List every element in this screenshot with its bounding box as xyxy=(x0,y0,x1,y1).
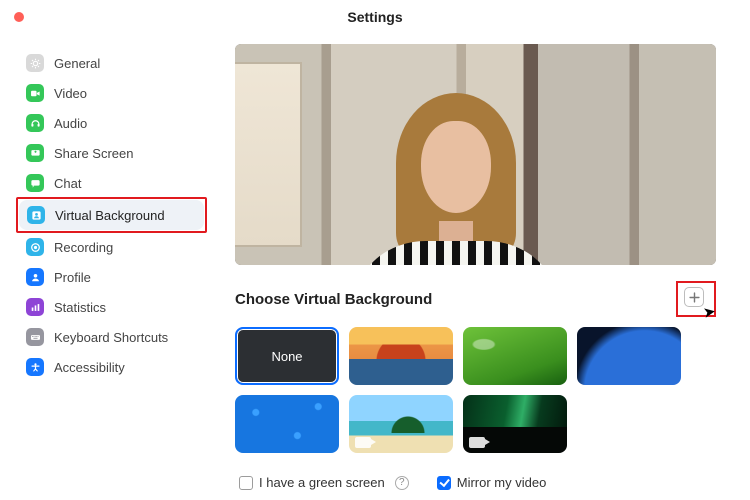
window-title: Settings xyxy=(0,9,750,25)
bg-thumb-bridge[interactable] xyxy=(349,327,453,385)
sidebar-item-label: Profile xyxy=(54,270,91,285)
titlebar: Settings xyxy=(0,0,750,34)
keyboard-icon xyxy=(26,328,44,346)
bg-thumb-none[interactable]: None xyxy=(235,327,339,385)
sidebar-item-label: Share Screen xyxy=(54,146,134,161)
accessibility-icon xyxy=(26,358,44,376)
mirror-video-checkbox[interactable]: Mirror my video xyxy=(437,475,547,490)
camera-icon xyxy=(26,84,44,102)
sidebar-highlight: Virtual Background xyxy=(16,197,207,233)
section-heading: Choose Virtual Background xyxy=(235,291,432,308)
close-window-button[interactable] xyxy=(14,12,24,22)
sidebar-item-audio[interactable]: Audio xyxy=(18,108,205,138)
gear-icon xyxy=(26,54,44,72)
help-icon[interactable]: ? xyxy=(395,476,409,490)
person-icon xyxy=(27,206,45,224)
sidebar-item-chat[interactable]: Chat xyxy=(18,168,205,198)
sidebar-item-video[interactable]: Video xyxy=(18,78,205,108)
sidebar-item-label: Video xyxy=(54,86,87,101)
video-badge-icon xyxy=(355,437,371,448)
sidebar-item-label: Virtual Background xyxy=(55,208,165,223)
sidebar-item-label: Audio xyxy=(54,116,87,131)
green-screen-label: I have a green screen xyxy=(259,475,385,490)
options-row: I have a green screen ? Mirror my video xyxy=(235,475,716,490)
sidebar-item-label: Recording xyxy=(54,240,113,255)
sidebar-item-label: Chat xyxy=(54,176,81,191)
bg-thumb-aurora[interactable] xyxy=(463,395,567,453)
sidebar-item-label: Keyboard Shortcuts xyxy=(54,330,168,345)
bg-thumb-beach[interactable] xyxy=(349,395,453,453)
record-icon xyxy=(26,238,44,256)
virtual-background-panel: Choose Virtual Background ➤ None I have … xyxy=(215,34,750,500)
sidebar-item-label: Accessibility xyxy=(54,360,125,375)
green-screen-checkbox[interactable]: I have a green screen ? xyxy=(239,475,409,490)
sidebar-item-label: Statistics xyxy=(54,300,106,315)
headset-icon xyxy=(26,114,44,132)
bg-thumb-blue[interactable] xyxy=(235,395,339,453)
bars-icon xyxy=(26,298,44,316)
avatar-icon xyxy=(26,268,44,286)
add-background-highlight: ➤ xyxy=(676,281,716,317)
background-thumbnails: None xyxy=(235,327,716,453)
screen-icon xyxy=(26,144,44,162)
sidebar-item-profile[interactable]: Profile xyxy=(18,262,205,292)
video-badge-icon xyxy=(469,437,485,448)
bg-thumb-space[interactable] xyxy=(577,327,681,385)
sidebar-item-recording[interactable]: Recording xyxy=(18,232,205,262)
sidebar-item-general[interactable]: General xyxy=(18,48,205,78)
plus-icon xyxy=(689,292,700,303)
cursor-icon: ➤ xyxy=(702,302,718,322)
video-preview xyxy=(235,44,716,265)
sidebar-item-label: General xyxy=(54,56,100,71)
sidebar-item-statistics[interactable]: Statistics xyxy=(18,292,205,322)
sidebar-item-keyboard-shortcuts[interactable]: Keyboard Shortcuts xyxy=(18,322,205,352)
sidebar-item-share-screen[interactable]: Share Screen xyxy=(18,138,205,168)
settings-sidebar: General Video Audio Share Screen Chat Virtual… xyxy=(0,34,215,500)
mirror-video-label: Mirror my video xyxy=(457,475,547,490)
bg-thumb-grass[interactable] xyxy=(463,327,567,385)
bg-thumb-label: None xyxy=(271,349,302,364)
sidebar-item-accessibility[interactable]: Accessibility xyxy=(18,352,205,382)
sidebar-item-virtual-background[interactable]: Virtual Background xyxy=(19,200,204,230)
chat-icon xyxy=(26,174,44,192)
settings-window: Settings General Video Audio Share Screen Ch… xyxy=(0,0,750,500)
